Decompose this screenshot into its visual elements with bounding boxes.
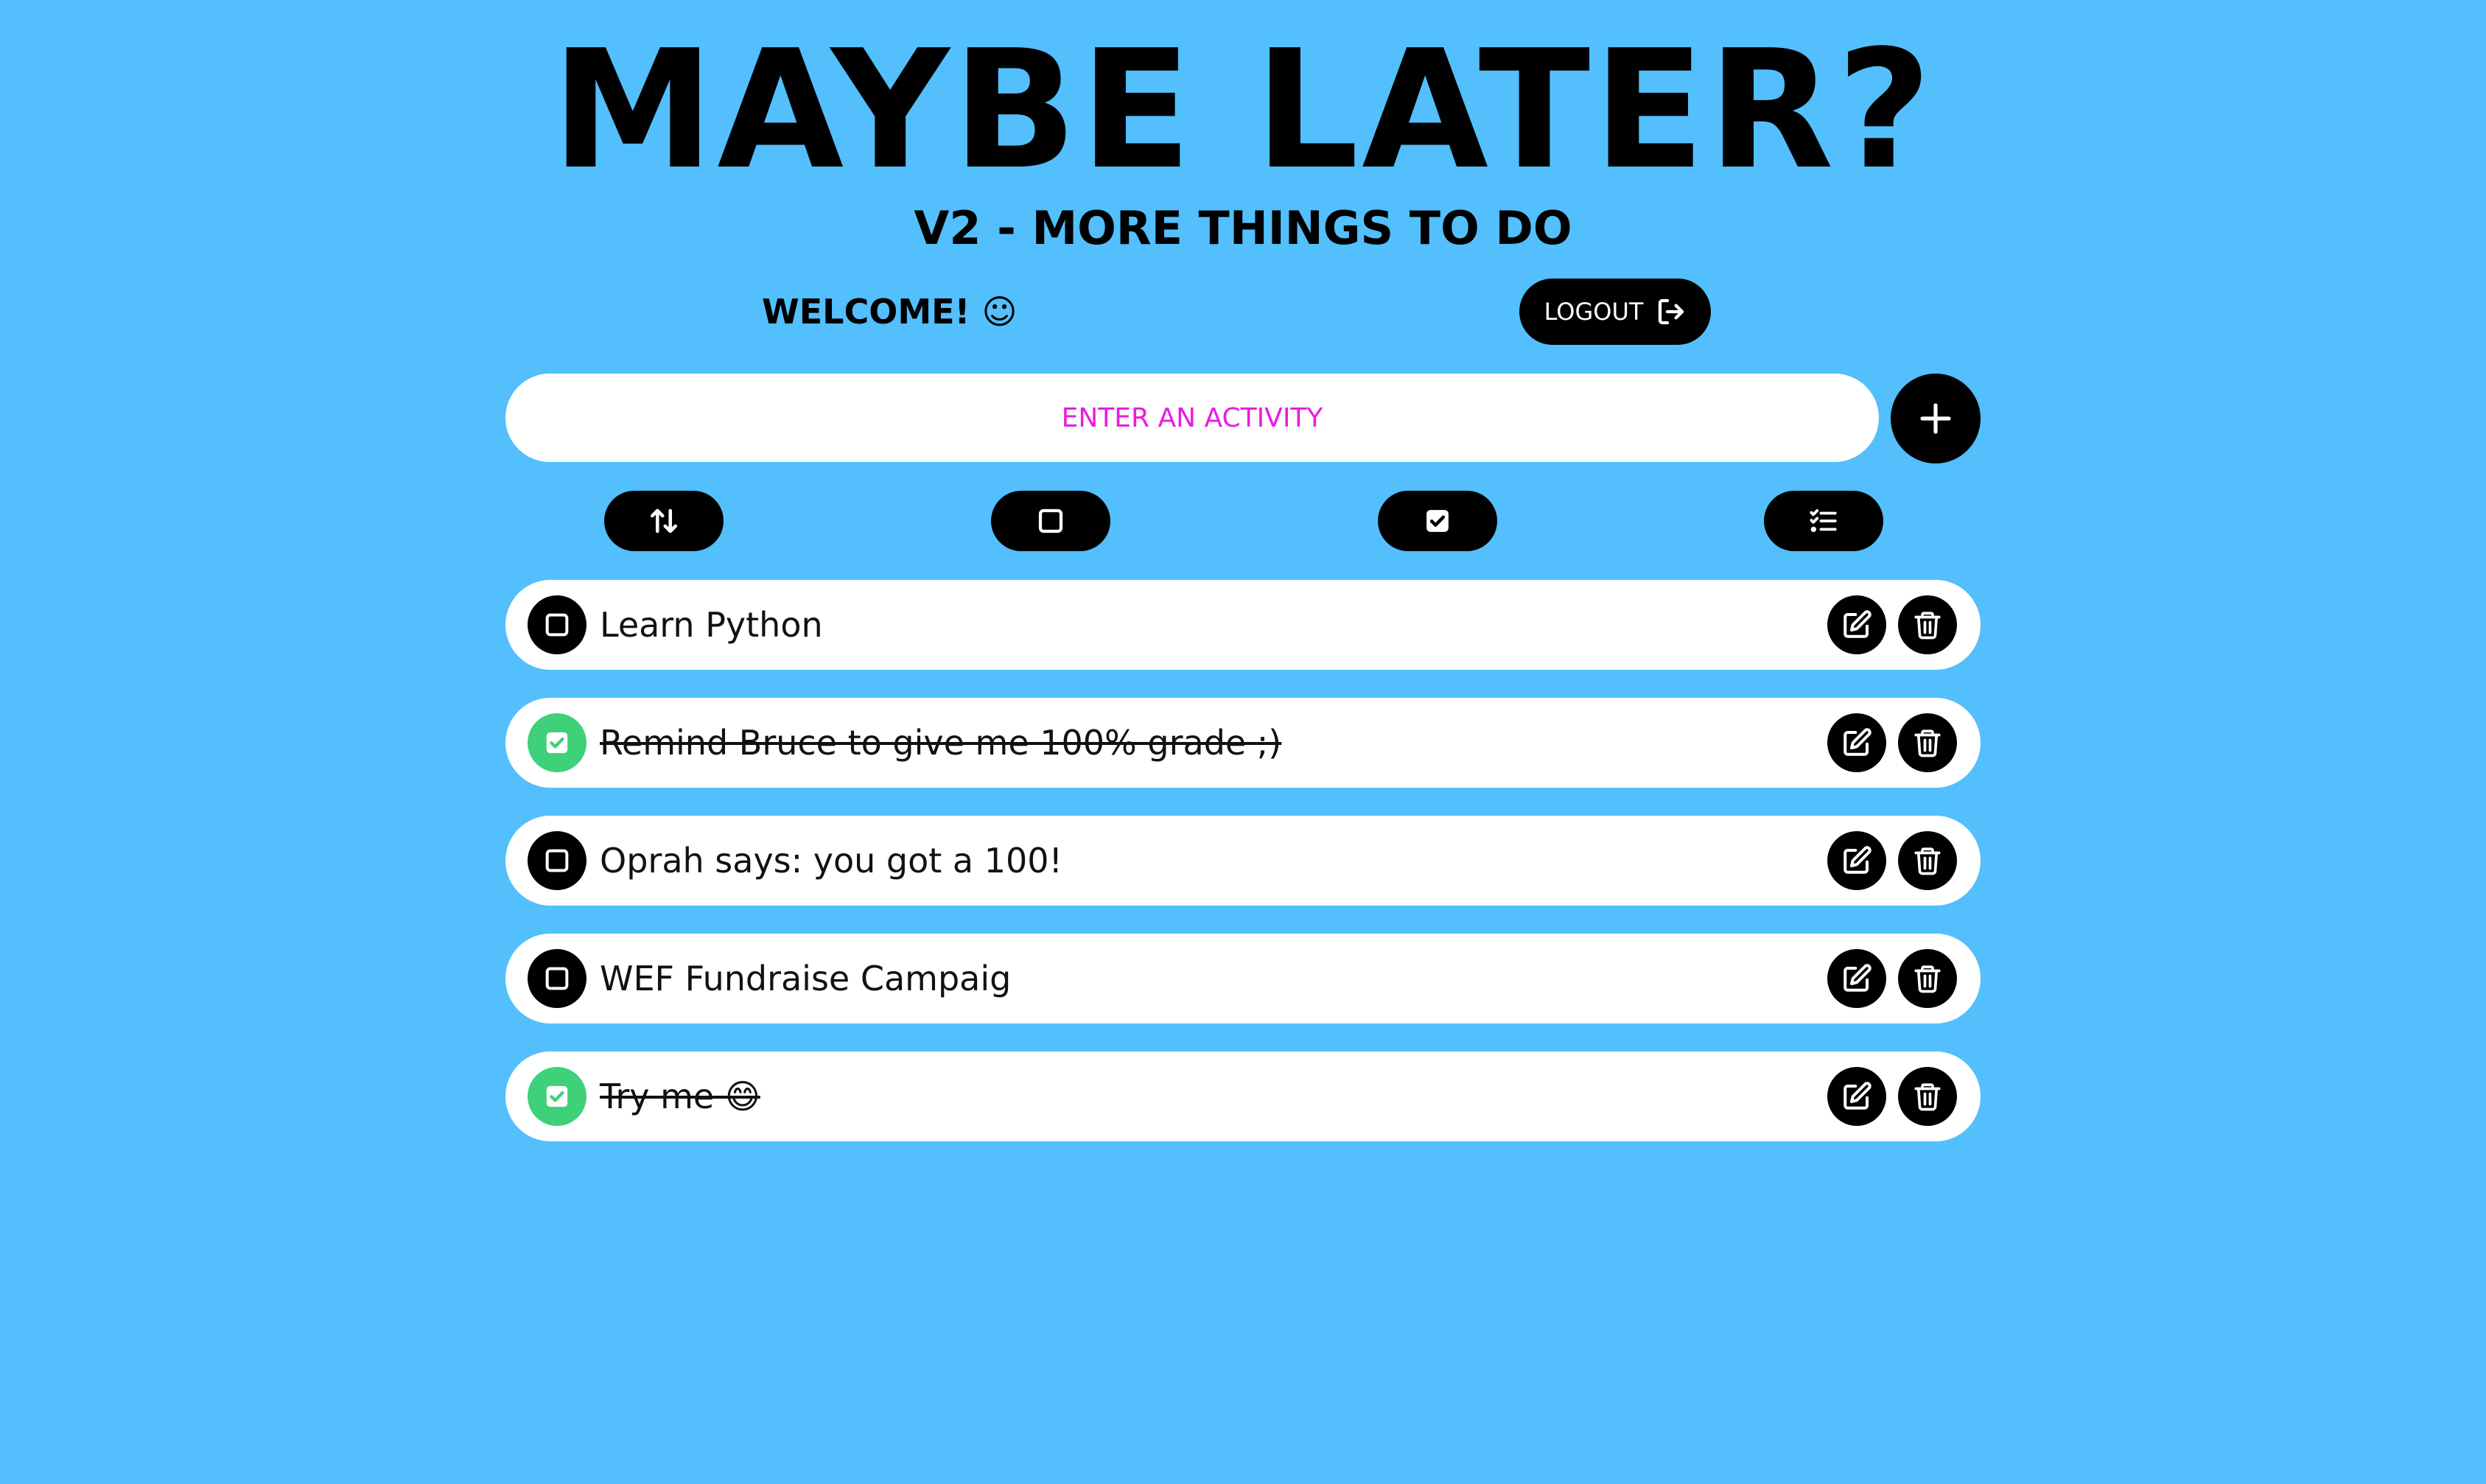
task-item: WEF Fundraise Campaig <box>505 934 1981 1023</box>
empty-square-icon <box>1038 508 1063 533</box>
all-tasks-filter-button[interactable] <box>1764 491 1883 551</box>
checked-square-icon <box>1426 510 1449 532</box>
checklist-icon <box>1810 509 1837 533</box>
task-checkbox[interactable] <box>528 713 587 772</box>
sort-arrows-icon <box>650 508 678 533</box>
task-item: Remind Bruce to give me 100% grade ;) <box>505 698 1981 788</box>
app-subtitle: V2 - MORE THINGS TO DO <box>914 201 1572 255</box>
activity-input[interactable] <box>505 374 1879 462</box>
delete-task-button[interactable] <box>1898 713 1957 772</box>
trash-icon <box>1914 965 1941 993</box>
delete-task-button[interactable] <box>1898 949 1957 1008</box>
edit-task-button[interactable] <box>1827 595 1886 654</box>
edit-icon <box>1844 728 1871 756</box>
delete-task-button[interactable] <box>1898 1067 1957 1126</box>
empty-square-icon <box>545 613 569 637</box>
app-title: MAYBE LATER? <box>551 15 1935 206</box>
empty-square-icon <box>545 967 569 990</box>
sort-filter-button[interactable] <box>604 491 724 551</box>
task-text: WEF Fundraise Campaig <box>600 959 1012 998</box>
delete-task-button[interactable] <box>1898 595 1957 654</box>
trash-icon <box>1914 847 1941 875</box>
task-checkbox[interactable] <box>528 949 587 1008</box>
logout-button[interactable]: LOGOUT <box>1519 279 1711 345</box>
pending-filter-button[interactable] <box>991 491 1110 551</box>
logout-icon <box>1659 298 1684 325</box>
edit-task-button[interactable] <box>1827 713 1886 772</box>
task-checkbox[interactable] <box>528 1067 587 1126</box>
trash-icon <box>1914 1083 1941 1111</box>
welcome-message: WELCOME! ☺ <box>762 292 1018 332</box>
edit-icon <box>1844 846 1871 874</box>
logout-label: LOGOUT <box>1544 298 1644 326</box>
trash-icon <box>1914 729 1941 757</box>
add-activity-button[interactable] <box>1891 374 1981 463</box>
checked-square-icon <box>546 732 568 754</box>
edit-icon <box>1844 610 1871 638</box>
task-checkbox[interactable] <box>528 595 587 654</box>
task-text: Remind Bruce to give me 100% grade ;) <box>600 723 1282 763</box>
task-text: Try me 😄 <box>600 1077 760 1116</box>
delete-task-button[interactable] <box>1898 831 1957 890</box>
task-text: Oprah says: you got a 100! <box>600 841 1062 881</box>
edit-icon <box>1844 964 1871 992</box>
edit-task-button[interactable] <box>1827 949 1886 1008</box>
plus-icon <box>1920 403 1951 434</box>
task-item: Try me 😄 <box>505 1051 1981 1141</box>
task-checkbox[interactable] <box>528 831 587 890</box>
task-item: Learn Python <box>505 580 1981 670</box>
edit-task-button[interactable] <box>1827 1067 1886 1126</box>
empty-square-icon <box>545 849 569 872</box>
edit-task-button[interactable] <box>1827 831 1886 890</box>
checked-square-icon <box>546 1085 568 1107</box>
task-text: Learn Python <box>600 605 823 645</box>
trash-icon <box>1914 612 1941 640</box>
edit-icon <box>1844 1082 1871 1110</box>
completed-filter-button[interactable] <box>1378 491 1497 551</box>
task-item: Oprah says: you got a 100! <box>505 816 1981 906</box>
